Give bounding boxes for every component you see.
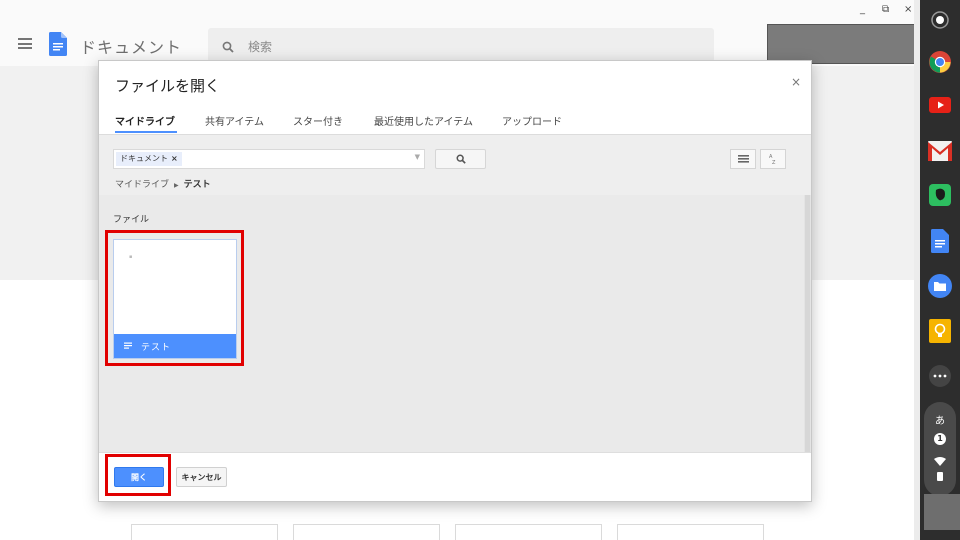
launcher-icon[interactable] — [927, 7, 953, 33]
filter-chip-label: ドキュメント — [120, 154, 168, 163]
highlight-file-card — [105, 230, 244, 366]
filter-chip-remove-icon[interactable]: × — [171, 154, 178, 163]
evernote-icon[interactable] — [927, 182, 953, 208]
tab-starred[interactable]: スター付き — [293, 113, 343, 128]
docs-logo-icon[interactable] — [49, 32, 67, 56]
search-icon — [456, 154, 466, 164]
restore-button[interactable]: ⧉ — [882, 4, 889, 15]
tab-upload[interactable]: アップロード — [502, 113, 562, 128]
search-input[interactable]: 検索 — [208, 28, 714, 62]
battery-icon — [937, 472, 943, 481]
doc-card[interactable] — [455, 524, 602, 540]
picker-tabs: マイドライブ 共有アイテム スター付き 最近使用したアイテム アップロード — [99, 105, 811, 135]
scrollbar-thumb[interactable] — [805, 195, 810, 452]
chevron-down-icon[interactable]: ▼ — [415, 153, 420, 161]
cancel-button[interactable]: キャンセル — [176, 467, 227, 487]
doc-card[interactable] — [293, 524, 440, 540]
picker-search-button[interactable] — [435, 149, 486, 169]
keep-icon[interactable] — [927, 318, 953, 344]
close-window-button[interactable]: × — [904, 4, 912, 15]
breadcrumb-current: テスト — [183, 180, 211, 190]
notification-badge[interactable]: 1 — [934, 433, 946, 445]
footer-divider — [99, 452, 811, 453]
redacted-account-area — [767, 24, 916, 64]
breadcrumb-root[interactable]: マイドライブ — [115, 180, 169, 190]
dialog-title: ファイルを開く — [115, 77, 221, 95]
youtube-icon[interactable] — [927, 92, 953, 118]
active-tab-indicator — [115, 131, 177, 133]
highlight-open-button — [105, 454, 171, 496]
ime-indicator[interactable]: あ — [924, 412, 956, 427]
tab-my-drive[interactable]: マイドライブ — [115, 113, 175, 128]
shelf-tray-block — [924, 494, 960, 530]
sort-button[interactable]: AZ — [760, 149, 786, 169]
dialog-close-icon[interactable]: × — [791, 75, 801, 89]
filter-chip: ドキュメント × — [116, 152, 182, 166]
sort-icon: AZ — [769, 154, 776, 165]
wifi-icon — [934, 452, 946, 471]
list-view-icon — [737, 155, 749, 163]
chrome-icon[interactable] — [927, 49, 953, 75]
minimize-button[interactable]: _ — [860, 4, 865, 15]
app-name: ドキュメント — [80, 38, 183, 57]
section-label: ファイル — [113, 215, 150, 225]
search-icon — [222, 38, 234, 57]
chevron-right-icon: ▶ — [174, 182, 179, 189]
doc-card[interactable] — [617, 524, 764, 540]
main-menu-icon[interactable] — [18, 38, 32, 49]
more-apps-icon[interactable] — [927, 363, 953, 389]
tab-shared[interactable]: 共有アイテム — [205, 113, 264, 128]
breadcrumb: マイドライブ ▶ テスト — [115, 177, 211, 190]
scrollbar[interactable] — [804, 195, 811, 452]
doc-card[interactable] — [131, 524, 278, 540]
svg-text:Z: Z — [772, 160, 776, 165]
gmail-icon[interactable] — [927, 138, 953, 164]
files-icon[interactable] — [927, 273, 953, 299]
search-placeholder: 検索 — [248, 40, 273, 54]
docs-icon[interactable] — [927, 228, 953, 254]
picker-toolbar: ドキュメント × ▼ AZ マイドライブ ▶ テスト — [99, 135, 811, 195]
tab-recent[interactable]: 最近使用したアイテム — [374, 113, 473, 128]
list-view-button[interactable] — [730, 149, 756, 169]
filter-input[interactable]: ドキュメント × ▼ — [113, 149, 425, 169]
